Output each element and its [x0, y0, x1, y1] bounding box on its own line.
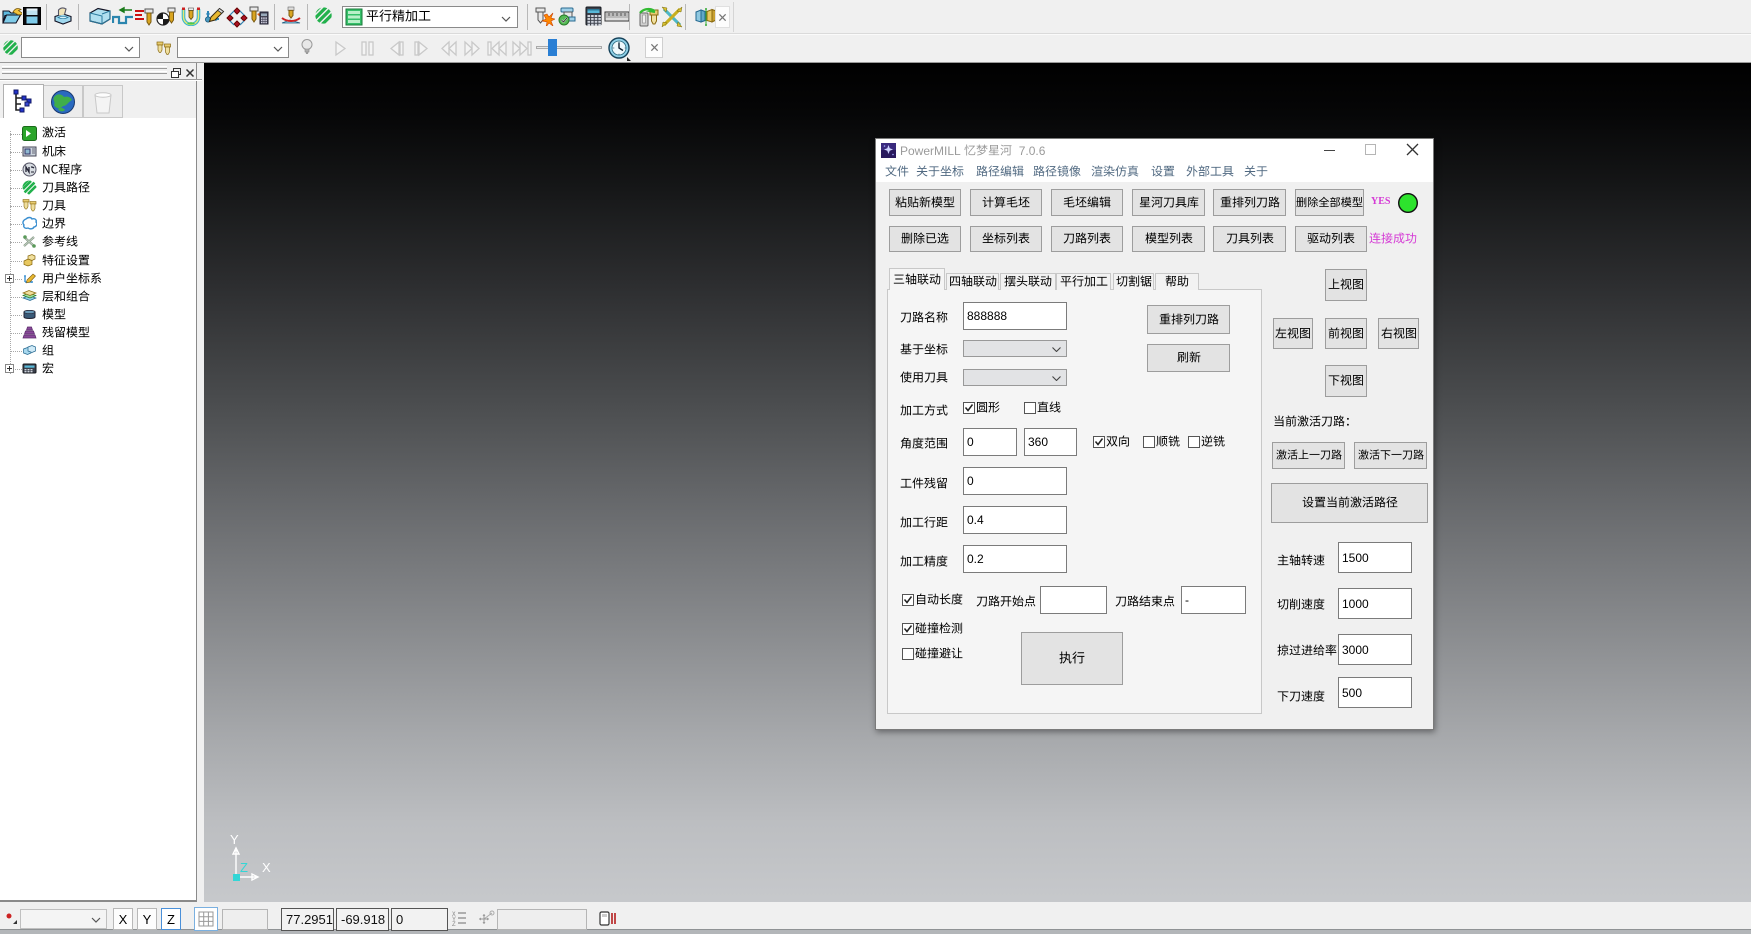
- svg-text:Z: Z: [452, 922, 456, 928]
- svg-text:X: X: [262, 860, 271, 875]
- svg-text:Y: Y: [230, 832, 239, 847]
- svg-text:Z: Z: [240, 860, 248, 875]
